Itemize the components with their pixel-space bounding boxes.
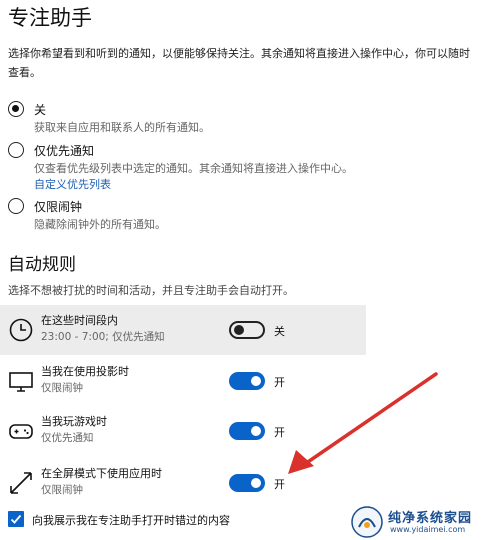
rule-title-fullscreen: 在全屏模式下使用应用时 [41,467,162,480]
radio-label-off: 关 [34,103,47,117]
radio-label-alarms-only: 仅限闹钟 [34,200,83,214]
rule-title-gaming: 当我玩游戏时 [41,415,107,428]
show-missed-summary-checkbox[interactable] [8,511,24,527]
page-title: 专注助手 [8,6,92,30]
rule-title-times: 在这些时间段内 [41,314,118,327]
radio-button-priority-only[interactable] [8,142,24,158]
watermark-text: 纯净系统家园 [388,511,473,526]
radio-description-alarms-only: 隐藏除闹钟外的所有通知。 [34,218,166,231]
rule-subtitle-fullscreen: 仅限闹钟 [41,484,83,496]
radio-button-off[interactable] [8,101,24,117]
rule-title-projecting: 当我在使用投影时 [41,365,129,378]
toggle-times[interactable] [229,321,265,339]
toggle-state-times: 关 [274,325,285,338]
radio-option-off[interactable]: 关 获取来自应用和联系人的所有通知。 [8,101,478,137]
rule-subtitle-times: 23:00 - 7:00; 仅优先通知 [41,331,165,343]
rule-subtitle-gaming: 仅优先通知 [41,432,94,444]
watermark-logo-icon [351,506,383,538]
radio-label-priority-only: 仅优先通知 [34,144,95,158]
gamepad-icon [8,418,34,444]
clock-icon [8,317,34,343]
toggle-fullscreen[interactable] [229,474,265,492]
auto-rules-description: 选择不想被打扰的时间和活动，并且专注助手会自动打开。 [8,284,294,297]
radio-button-alarms-only[interactable] [8,198,24,214]
radio-description-off: 获取来自应用和联系人的所有通知。 [34,121,210,134]
rule-during-these-times[interactable]: 在这些时间段内 23:00 - 7:00; 仅优先通知 关 [0,305,366,355]
toggle-gaming[interactable] [229,422,265,440]
toggle-projecting[interactable] [229,372,265,390]
show-missed-summary-label: 向我展示我在专注助手打开时错过的内容 [32,514,230,527]
site-watermark: 纯净系统家园 www.yidaimei.com [350,505,480,539]
radio-option-priority-only[interactable]: 仅优先通知 仅查看优先级列表中选定的通知。其余通知将直接进入操作中心。 自定义优… [8,142,478,192]
watermark-url: www.yidaimei.com [390,525,466,534]
customize-priority-list-link[interactable]: 自定义优先列表 [34,176,111,192]
radio-description-priority-only: 仅查看优先级列表中选定的通知。其余通知将直接进入操作中心。 [34,162,353,175]
radio-option-alarms-only[interactable]: 仅限闹钟 隐藏除闹钟外的所有通知。 [8,198,478,234]
page-description: 选择你希望看到和听到的通知，以便能够保持关注。其余通知将直接进入操作中心，你可以… [8,47,470,79]
annotation-arrow [288,372,438,474]
fullscreen-arrows-icon [8,470,34,496]
monitor-icon [8,368,34,394]
auto-rules-title: 自动规则 [8,255,76,275]
rule-subtitle-projecting: 仅限闹钟 [41,382,83,394]
